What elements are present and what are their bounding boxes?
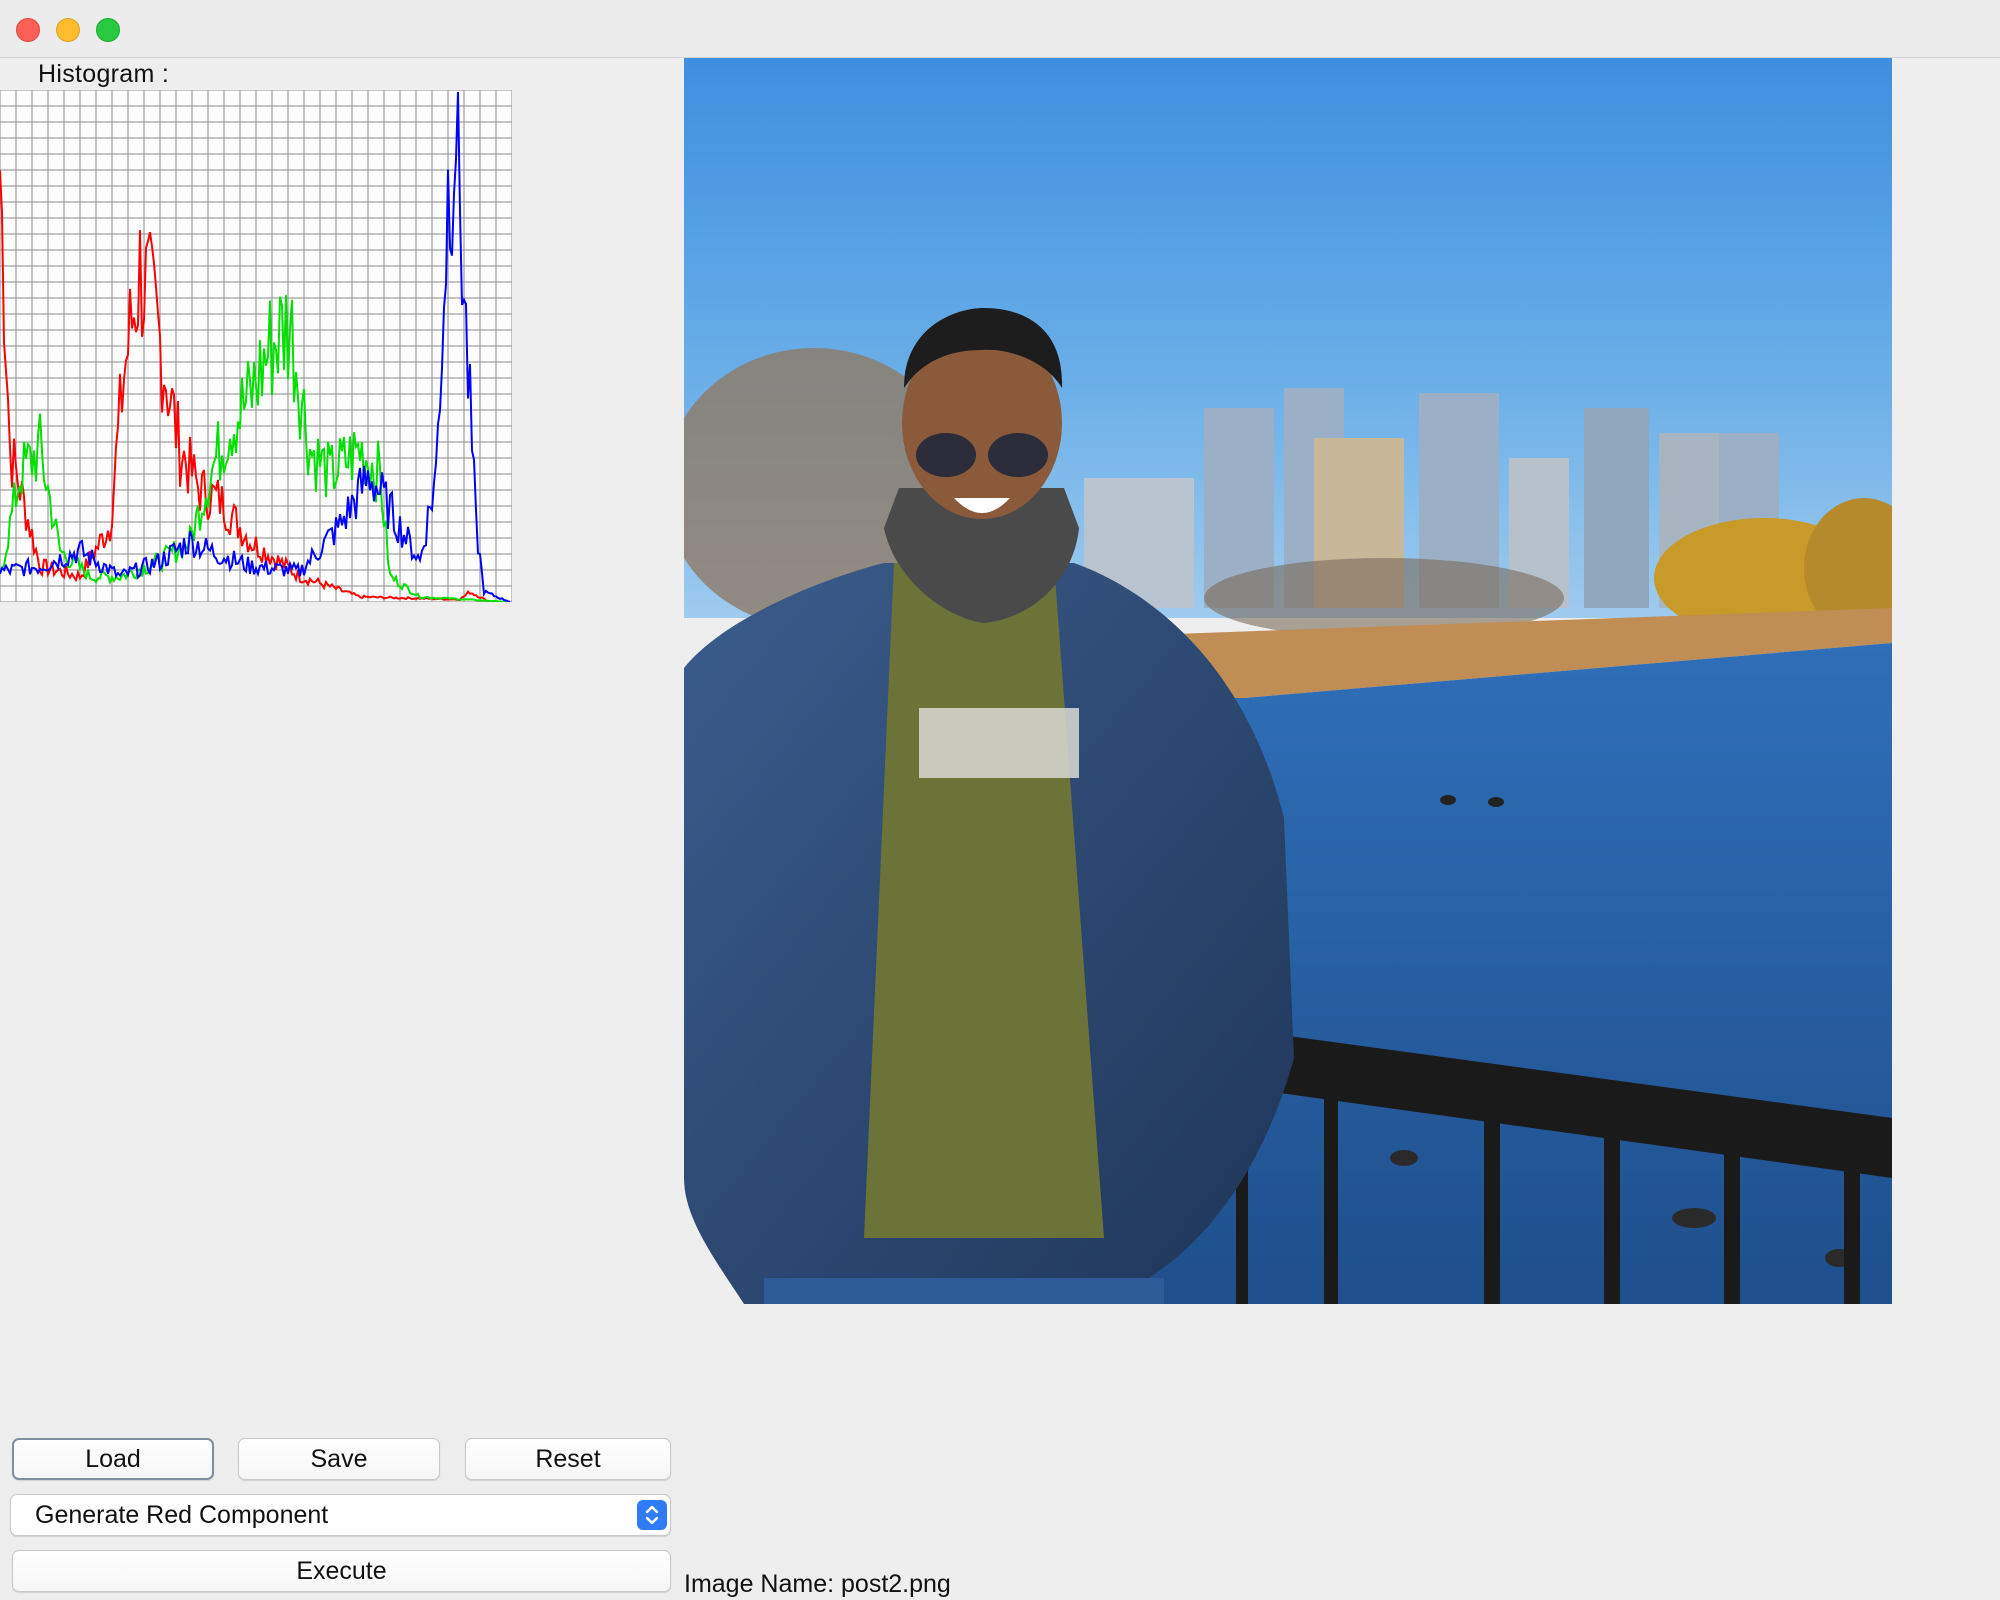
updown-chevron-icon[interactable] bbox=[637, 1500, 667, 1530]
operation-select-value: Generate Red Component bbox=[35, 1500, 329, 1529]
histogram-panel bbox=[0, 90, 512, 602]
histogram-graph bbox=[0, 90, 512, 602]
load-button[interactable]: Load bbox=[12, 1438, 214, 1480]
maximize-window-button[interactable] bbox=[96, 18, 120, 42]
image-name-label: Image Name: post2.png bbox=[684, 1570, 951, 1598]
loaded-photo bbox=[684, 58, 1892, 1304]
window-title-bar bbox=[0, 0, 2000, 58]
execute-button[interactable]: Execute bbox=[12, 1550, 671, 1592]
histogram-label: Histogram : bbox=[38, 60, 170, 88]
save-button[interactable]: Save bbox=[238, 1438, 440, 1480]
minimize-window-button[interactable] bbox=[56, 18, 80, 42]
histogram-blue-curve bbox=[0, 91, 511, 602]
reset-button[interactable]: Reset bbox=[465, 1438, 671, 1480]
image-display bbox=[684, 58, 1892, 1304]
operation-select[interactable]: Generate Red Component bbox=[10, 1494, 671, 1536]
close-window-button[interactable] bbox=[16, 18, 40, 42]
